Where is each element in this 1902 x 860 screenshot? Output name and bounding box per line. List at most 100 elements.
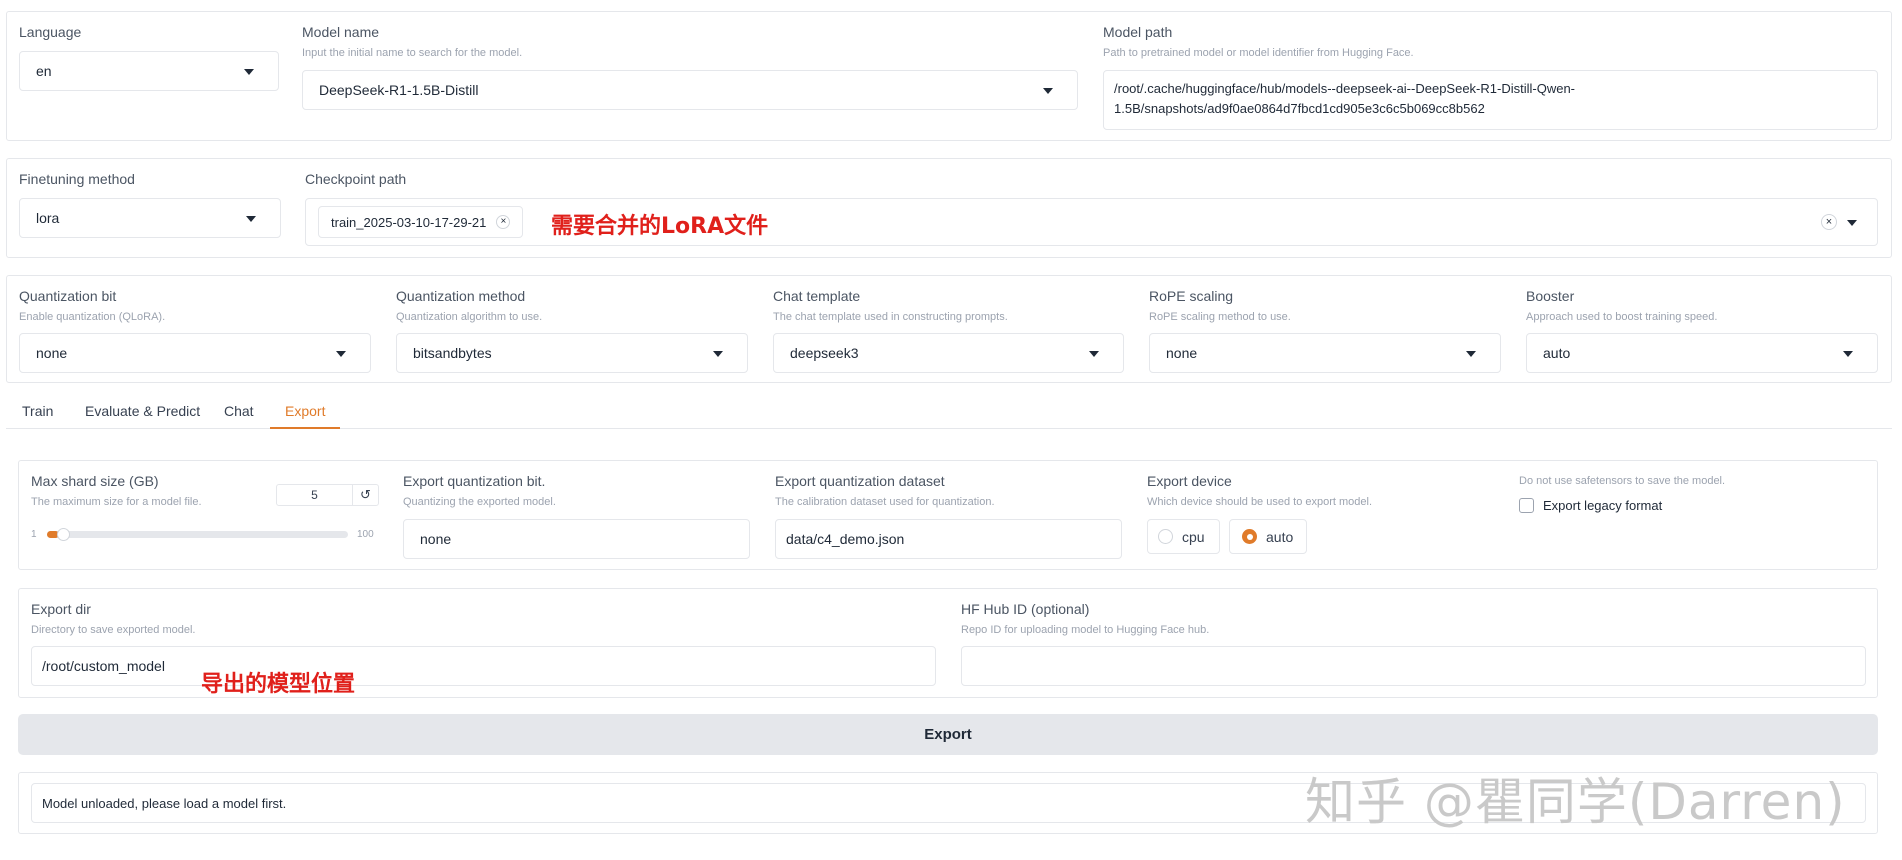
lora-annotation: 需要合并的LoRA文件 xyxy=(551,214,769,239)
page: Language en Model name Input the initial… xyxy=(0,0,1902,860)
shard-label: Max shard size (GB) xyxy=(31,473,159,489)
shard-slider[interactable] xyxy=(47,528,348,541)
close-icon[interactable]: × xyxy=(496,215,511,229)
legacy-info: Do not use safetensors to save the model… xyxy=(1519,475,1726,487)
reset-icon[interactable]: ↺ xyxy=(352,485,378,505)
radio-unchecked-icon[interactable] xyxy=(1158,529,1173,544)
language-select[interactable]: en xyxy=(19,51,279,91)
export-device-label: Export device xyxy=(1147,473,1232,489)
booster-info: Approach used to boost training speed. xyxy=(1526,311,1718,323)
export-quant-bit-select[interactable]: none xyxy=(403,519,750,559)
finetune-method-label: Finetuning method xyxy=(19,171,135,187)
chevron-down-icon xyxy=(713,351,723,357)
shard-value: 5 xyxy=(311,488,318,502)
export-quant-dataset-input[interactable]: data/c4_demo.json xyxy=(775,519,1122,559)
chevron-down-icon xyxy=(1843,351,1853,357)
export-quant-bit-info: Quantizing the exported model. xyxy=(403,496,556,508)
model-name-info: Input the initial name to search for the… xyxy=(302,47,523,59)
quant-bit-value: none xyxy=(36,345,68,361)
model-name-value: DeepSeek-R1-1.5B-Distill xyxy=(319,82,479,98)
finetune-method-select[interactable]: lora xyxy=(19,198,281,238)
hub-id-label: HF Hub ID (optional) xyxy=(961,601,1090,617)
export-button[interactable]: Export xyxy=(18,714,1878,755)
quant-method-value: bitsandbytes xyxy=(413,345,492,361)
language-label: Language xyxy=(19,24,82,40)
rope-label: RoPE scaling xyxy=(1149,288,1234,304)
model-path-label: Model path xyxy=(1103,24,1173,40)
tab-chat[interactable]: Chat xyxy=(224,403,254,419)
booster-value: auto xyxy=(1543,345,1571,361)
model-path-input[interactable]: /root/.cache/huggingface/hub/models--dee… xyxy=(1103,70,1878,130)
hub-id-info: Repo ID for uploading model to Hugging F… xyxy=(961,624,1210,636)
checkpoint-tag-label: train_2025-03-10-17-29-21 xyxy=(331,214,487,230)
checkbox-icon[interactable] xyxy=(1519,498,1534,513)
legacy-checkbox-row[interactable]: Export legacy format xyxy=(1519,498,1662,513)
model-path-line1: /root/.cache/huggingface/hub/models--dee… xyxy=(1114,81,1575,96)
export-button-label: Export xyxy=(924,726,972,743)
export-quant-dataset-info: The calibration dataset used for quantiz… xyxy=(775,496,995,508)
finetune-method-value: lora xyxy=(36,210,60,226)
export-dir-field: Export dir Directory to save exported mo… xyxy=(31,600,195,637)
booster-label: Booster xyxy=(1526,288,1575,304)
shard-info: The maximum size for a model file. xyxy=(31,496,202,508)
tab-train[interactable]: Train xyxy=(22,403,53,419)
chat-template-field: Chat template The chat template used in … xyxy=(773,287,1008,324)
export-quant-bit-field: Export quantization bit. Quantizing the … xyxy=(403,472,556,509)
model-name-select[interactable]: DeepSeek-R1-1.5B-Distill xyxy=(302,70,1078,110)
rope-field: RoPE scaling RoPE scaling method to use. xyxy=(1149,287,1291,324)
export-quant-bit-value: none xyxy=(420,531,452,547)
export-dir-input[interactable]: /root/custom_model xyxy=(31,646,936,686)
chevron-down-icon xyxy=(1847,220,1857,226)
legacy-label: Export legacy format xyxy=(1543,498,1663,513)
booster-select[interactable]: auto xyxy=(1526,333,1878,373)
quant-method-select[interactable]: bitsandbytes xyxy=(396,333,748,373)
quant-bit-label: Quantization bit xyxy=(19,288,117,304)
shard-number-input[interactable]: 5 ↺ xyxy=(276,484,379,506)
quant-method-label: Quantization method xyxy=(396,288,526,304)
shard-max: 100 xyxy=(357,529,374,540)
checkpoint-tag[interactable]: train_2025-03-10-17-29-21 × xyxy=(318,206,524,238)
language-field: Language xyxy=(19,23,81,41)
clear-icon[interactable]: × xyxy=(1821,214,1837,230)
chevron-down-icon xyxy=(1043,88,1053,94)
chat-template-label: Chat template xyxy=(773,288,861,304)
export-device-info: Which device should be used to export mo… xyxy=(1147,496,1373,508)
checkpoint-label: Checkpoint path xyxy=(305,171,407,187)
quant-method-field: Quantization method Quantization algorit… xyxy=(396,287,542,324)
watermark: 知乎 @瞿同学(Darren) xyxy=(1305,773,1846,831)
chevron-down-icon xyxy=(1089,351,1099,357)
chevron-down-icon xyxy=(244,69,254,75)
checkpoint-select[interactable]: train_2025-03-10-17-29-21 × × xyxy=(305,198,1878,246)
shard-min: 1 xyxy=(31,529,37,540)
quant-bit-field: Quantization bit Enable quantization (QL… xyxy=(19,287,165,324)
model-path-info: Path to pretrained model or model identi… xyxy=(1103,47,1414,59)
quant-bit-select[interactable]: none xyxy=(19,333,371,373)
hub-id-input[interactable] xyxy=(961,646,1866,686)
model-name-label: Model name xyxy=(302,24,380,40)
radio-checked-icon[interactable] xyxy=(1242,529,1257,544)
tab-active-indicator xyxy=(270,427,340,429)
rope-info: RoPE scaling method to use. xyxy=(1149,311,1291,323)
export-dir-annotation: 导出的模型位置 xyxy=(201,672,356,697)
device-auto-label: auto xyxy=(1266,528,1294,545)
quant-method-info: Quantization algorithm to use. xyxy=(396,311,543,323)
export-quant-dataset-field: Export quantization dataset The calibrat… xyxy=(775,472,995,509)
status-text: Model unloaded, please load a model firs… xyxy=(42,795,287,811)
chevron-down-icon xyxy=(246,216,256,222)
export-device-field: Export device Which device should be use… xyxy=(1147,472,1372,509)
export-dir-info: Directory to save exported model. xyxy=(31,624,196,636)
export-dir-label: Export dir xyxy=(31,601,91,617)
rope-select[interactable]: none xyxy=(1149,333,1501,373)
device-option-auto[interactable]: auto xyxy=(1229,519,1307,554)
checkpoint-field: Checkpoint path xyxy=(305,170,406,188)
shard-slider-thumb[interactable] xyxy=(57,528,71,541)
chat-template-info: The chat template used in constructing p… xyxy=(773,311,1008,323)
chat-template-select[interactable]: deepseek3 xyxy=(773,333,1124,373)
export-quant-dataset-value: data/c4_demo.json xyxy=(786,531,905,547)
tab-export[interactable]: Export xyxy=(285,403,325,419)
export-quant-bit-label: Export quantization bit. xyxy=(403,473,546,489)
shard-field: Max shard size (GB) The maximum size for… xyxy=(31,472,202,509)
device-option-cpu[interactable]: cpu xyxy=(1147,519,1220,554)
chevron-down-icon xyxy=(336,351,346,357)
tab-evaluate-predict[interactable]: Evaluate & Predict xyxy=(85,403,200,419)
